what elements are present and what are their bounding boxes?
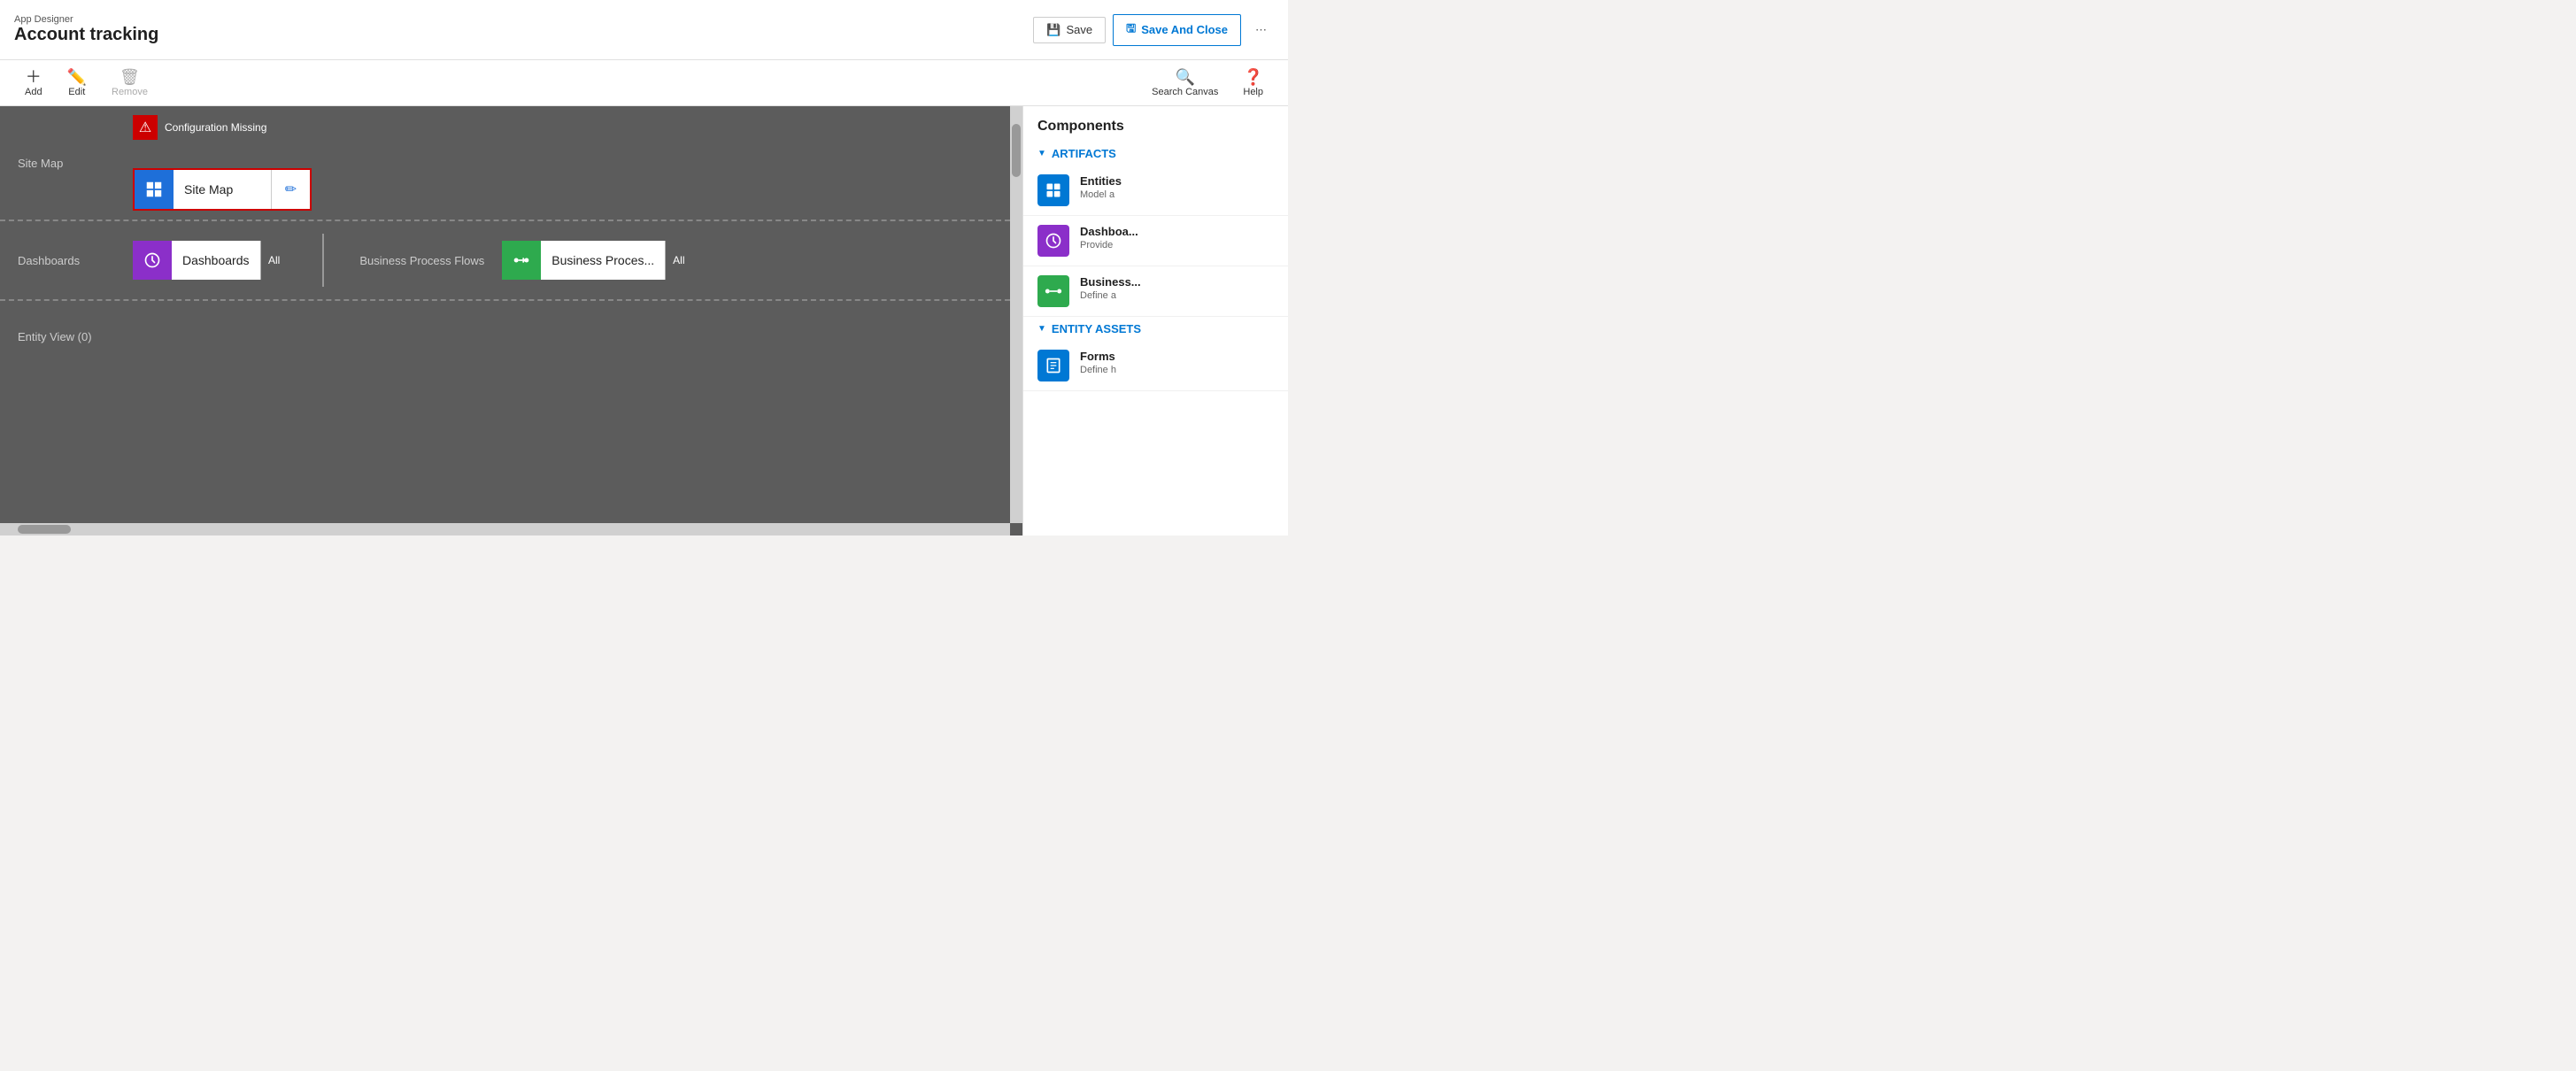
remove-icon: 🗑: [120, 69, 140, 85]
save-button[interactable]: 💾 Save: [1033, 17, 1106, 43]
save-and-close-button[interactable]: 🖫 Save And Close: [1113, 14, 1241, 46]
save-label: Save: [1067, 23, 1093, 36]
horizontal-scrollbar[interactable]: [0, 523, 1010, 536]
entity-assets-section-header[interactable]: ▼ ENTITY ASSETS: [1023, 317, 1288, 341]
bpf-all-badge: All: [665, 241, 691, 280]
entity-view-row: Entity View (0): [0, 301, 1010, 372]
entity-assets-arrow-icon: ▼: [1037, 324, 1046, 334]
components-title: Components: [1023, 106, 1288, 142]
edit-icon: ✏️: [67, 69, 87, 85]
save-close-label: Save And Close: [1141, 23, 1228, 36]
sidebar-item-entities[interactable]: Entities Model a: [1023, 166, 1288, 216]
edit-toolbar-button[interactable]: ✏️ Edit: [57, 65, 97, 101]
dashboards-text: Dashboa... Provide: [1080, 225, 1138, 250]
add-label: Add: [25, 87, 42, 97]
sitemap-row: Site Map ⚠ Configuration Missing Site Ma…: [0, 106, 1010, 221]
dashboards-name: Dashboa...: [1080, 225, 1138, 238]
help-button[interactable]: ❓ Help: [1232, 65, 1274, 101]
toolbar: ＋ Add ✏️ Edit 🗑 Remove 🔍 Search Canvas ❓…: [0, 60, 1288, 106]
sidebar-item-bpf[interactable]: Business... Define a: [1023, 266, 1288, 317]
scroll-thumb-h[interactable]: [18, 525, 71, 534]
sidebar-item-dashboards[interactable]: Dashboa... Provide: [1023, 216, 1288, 266]
canvas-content: Site Map ⚠ Configuration Missing Site Ma…: [0, 106, 1010, 523]
toolbar-right-area: 🔍 Search Canvas ❓ Help: [1141, 65, 1274, 101]
sitemap-edit-button[interactable]: ✏: [271, 170, 310, 209]
config-missing-text: Configuration Missing: [165, 121, 266, 134]
artifacts-section-label: ARTIFACTS: [1052, 147, 1116, 160]
dashboards-row: Dashboards Dashboards All Business Proce…: [0, 221, 1010, 301]
sitemap-card-text: Site Map: [174, 182, 271, 196]
forms-name: Forms: [1080, 350, 1116, 363]
app-designer-label: App Designer: [14, 14, 158, 25]
canvas: Site Map ⚠ Configuration Missing Site Ma…: [0, 106, 1022, 536]
sitemap-card[interactable]: Site Map ✏: [133, 168, 312, 211]
dashboards-icon: [1037, 225, 1069, 257]
entity-assets-section-label: ENTITY ASSETS: [1052, 322, 1141, 335]
bpf-card[interactable]: Business Proces... All: [502, 241, 691, 280]
app-name-title: Account tracking: [14, 25, 158, 45]
bpf-text: Business... Define a: [1080, 275, 1141, 301]
search-canvas-icon: 🔍: [1176, 69, 1195, 85]
sitemap-row-label: Site Map: [18, 157, 133, 170]
help-icon: ❓: [1243, 69, 1262, 85]
components-sidebar: Components ▼ ARTIFACTS Entities Model a …: [1022, 106, 1288, 536]
add-icon: ＋: [26, 69, 42, 85]
main-area: Site Map ⚠ Configuration Missing Site Ma…: [0, 106, 1288, 536]
header-title-area: App Designer Account tracking: [14, 14, 158, 45]
dashboards-card[interactable]: Dashboards All: [133, 241, 287, 280]
row-divider: [322, 234, 324, 287]
bpf-desc: Define a: [1080, 290, 1141, 301]
dashboards-row-label: Dashboards: [18, 254, 133, 267]
forms-icon: [1037, 350, 1069, 381]
add-toolbar-button[interactable]: ＋ Add: [14, 65, 53, 101]
vertical-scrollbar[interactable]: [1010, 106, 1022, 523]
warning-icon: ⚠: [133, 115, 158, 140]
bpf-row-label: Business Process Flows: [359, 254, 484, 267]
remove-toolbar-button[interactable]: 🗑 Remove: [101, 65, 158, 101]
bpf-name: Business...: [1080, 275, 1141, 289]
forms-text: Forms Define h: [1080, 350, 1116, 375]
artifacts-arrow-icon: ▼: [1037, 149, 1046, 158]
artifacts-section-header[interactable]: ▼ ARTIFACTS: [1023, 142, 1288, 166]
search-canvas-button[interactable]: 🔍 Search Canvas: [1141, 65, 1229, 101]
forms-desc: Define h: [1080, 365, 1116, 375]
app-header: App Designer Account tracking 💾 Save 🖫 S…: [0, 0, 1288, 60]
dashboards-desc: Provide: [1080, 240, 1138, 250]
header-actions-area: 💾 Save 🖫 Save And Close ⋯: [1033, 14, 1274, 46]
search-canvas-label: Search Canvas: [1152, 87, 1218, 97]
entities-name: Entities: [1080, 174, 1122, 188]
dashboard-all-badge: All: [260, 241, 287, 280]
entities-icon: [1037, 174, 1069, 206]
bpf-card-text: Business Proces...: [541, 253, 665, 267]
save-close-icon: 🖫: [1126, 20, 1136, 40]
bpf-icon: [1037, 275, 1069, 307]
scroll-thumb-v[interactable]: [1012, 124, 1021, 177]
config-missing-banner: ⚠ Configuration Missing: [133, 115, 312, 140]
dashboard-card-icon: [133, 241, 172, 280]
bpf-card-icon: [502, 241, 541, 280]
save-icon: 💾: [1046, 23, 1060, 37]
sitemap-card-icon: [135, 170, 174, 209]
dashboard-card-text: Dashboards: [172, 253, 260, 267]
help-label: Help: [1243, 87, 1263, 97]
remove-label: Remove: [112, 87, 148, 97]
entities-text: Entities Model a: [1080, 174, 1122, 200]
entity-view-label: Entity View (0): [18, 330, 133, 343]
entities-desc: Model a: [1080, 189, 1122, 200]
more-options-button[interactable]: ⋯: [1248, 19, 1274, 41]
more-icon: ⋯: [1255, 23, 1267, 37]
sidebar-item-forms[interactable]: Forms Define h: [1023, 341, 1288, 391]
edit-label: Edit: [68, 87, 85, 97]
